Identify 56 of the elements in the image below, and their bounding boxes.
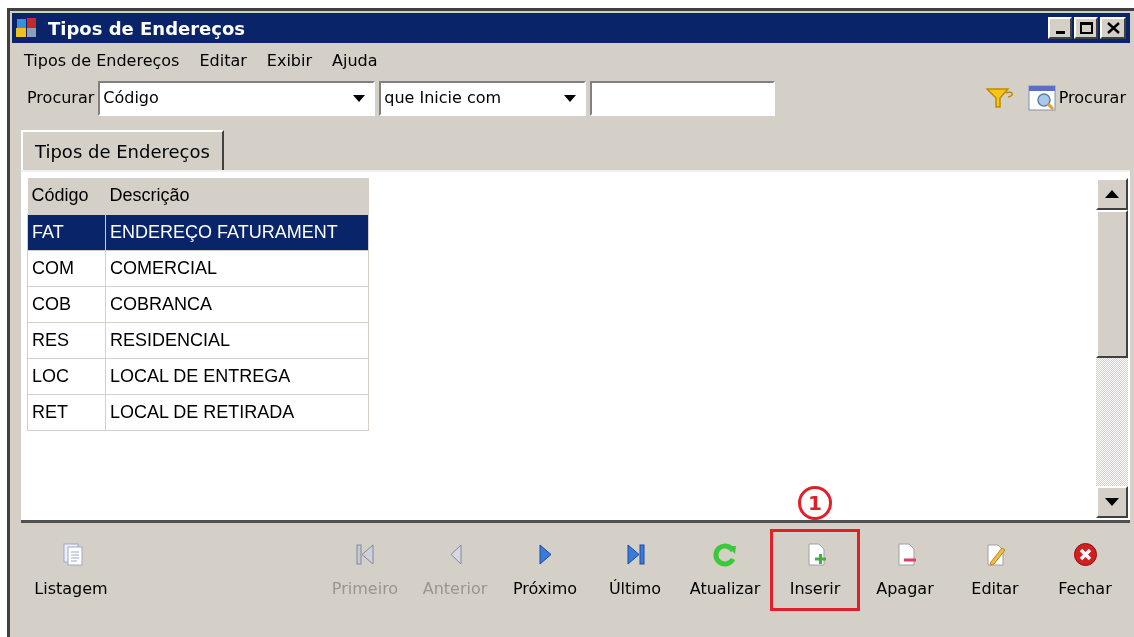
column-header[interactable]: Código bbox=[27, 178, 106, 214]
vertical-scrollbar[interactable] bbox=[1096, 178, 1128, 518]
search-button[interactable]: Procurar bbox=[1027, 85, 1126, 111]
minimize-button[interactable] bbox=[1048, 17, 1072, 39]
menu-item[interactable]: Editar bbox=[199, 49, 247, 73]
maximize-button[interactable] bbox=[1074, 17, 1098, 39]
toolbar-button[interactable]: Fechar bbox=[1040, 529, 1130, 611]
menu-item[interactable]: Exibir bbox=[266, 49, 312, 73]
table-cell: LOC bbox=[27, 358, 106, 394]
toolbar-button[interactable]: Último bbox=[590, 529, 680, 611]
menu-item[interactable]: Ajuda bbox=[332, 49, 378, 73]
toolbar-button[interactable]: Apagar bbox=[860, 529, 950, 611]
refresh-icon bbox=[712, 542, 738, 567]
field-dropdown[interactable]: Código bbox=[98, 80, 376, 116]
search-field[interactable] bbox=[590, 80, 776, 116]
scroll-up-button[interactable] bbox=[1096, 178, 1128, 210]
search-label: Procurar bbox=[27, 87, 95, 109]
table-cell: LOCAL DE RETIRADA bbox=[105, 394, 369, 430]
table-row[interactable]: FAT ENDEREÇO FATURAMENT bbox=[27, 214, 369, 250]
table-cell: FAT bbox=[27, 214, 106, 250]
close-icon bbox=[1106, 22, 1120, 34]
toolbar-button[interactable]: Listagem bbox=[21, 529, 121, 611]
table-cell: RES bbox=[27, 322, 106, 358]
close-icon bbox=[1072, 542, 1098, 567]
toolbar-button[interactable]: Editar bbox=[950, 529, 1040, 611]
table-row[interactable]: RES RESIDENCIAL bbox=[27, 322, 369, 358]
table-row[interactable]: COM COMERCIAL bbox=[27, 250, 369, 286]
table-row[interactable]: COB COBRANCA bbox=[27, 286, 369, 322]
table-cell: ENDEREÇO FATURAMENT bbox=[105, 214, 369, 250]
dropdown-arrow-icon bbox=[353, 94, 366, 102]
maximize-icon bbox=[1079, 22, 1093, 34]
tab[interactable]: Tipos de Endereços bbox=[21, 130, 224, 170]
table-row[interactable]: LOC LOCAL DE ENTREGA bbox=[27, 358, 369, 394]
down-arrow-icon bbox=[1105, 498, 1119, 506]
scroll-thumb[interactable] bbox=[1096, 210, 1128, 358]
window-title: Tipos de Endereços bbox=[48, 16, 246, 41]
dropdown-arrow-icon bbox=[564, 94, 577, 102]
table-cell: COB bbox=[27, 286, 106, 322]
condition-dropdown[interactable]: que Inicie com bbox=[379, 80, 587, 116]
table-cell: COM bbox=[27, 250, 106, 286]
minimize-icon bbox=[1055, 31, 1065, 34]
search-icon bbox=[1027, 85, 1056, 111]
up-arrow-icon bbox=[1105, 190, 1119, 198]
menu-item[interactable]: Tipos de Endereços bbox=[24, 49, 180, 73]
table-cell: RET bbox=[27, 394, 106, 430]
table-row[interactable]: RET LOCAL DE RETIRADA bbox=[27, 394, 369, 430]
table-cell: LOCAL DE ENTREGA bbox=[105, 358, 369, 394]
scroll-down-button[interactable] bbox=[1096, 486, 1128, 518]
table-cell: RESIDENCIAL bbox=[105, 322, 369, 358]
table-cell: COBRANCA bbox=[105, 286, 369, 322]
table-cell: COMERCIAL bbox=[105, 250, 369, 286]
toolbar-button[interactable]: Atualizar bbox=[680, 529, 770, 611]
close-button[interactable] bbox=[1100, 17, 1126, 39]
column-header[interactable]: Descrição bbox=[105, 178, 369, 214]
toolbar-button[interactable]: Próximo bbox=[500, 529, 590, 611]
app-icon bbox=[16, 18, 38, 38]
